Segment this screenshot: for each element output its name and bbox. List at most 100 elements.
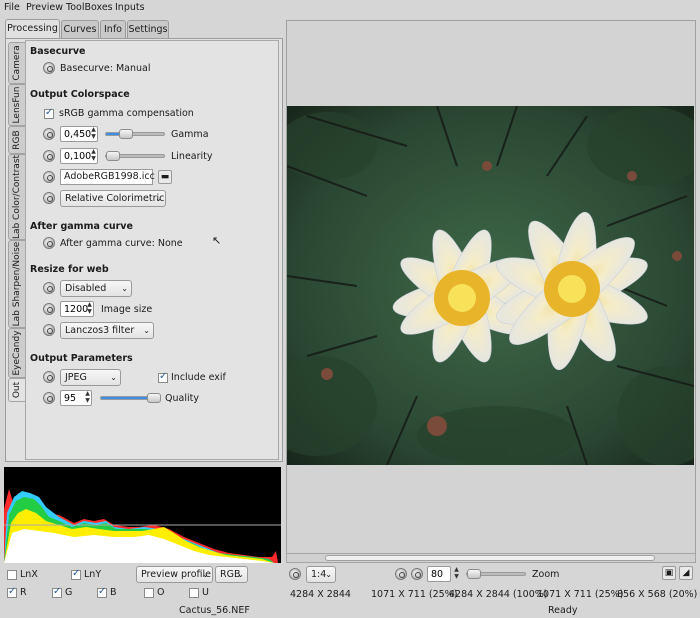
status-filename: Cactus_56.NEF: [179, 605, 250, 616]
linearity-label: Linearity: [171, 151, 213, 162]
lnx-label: LnX: [20, 569, 38, 580]
resize-mode-dropdown[interactable]: Disabled ⌄: [60, 280, 132, 297]
menu-toolboxes[interactable]: ToolBoxes: [66, 2, 113, 13]
include-exif-label: Include exif: [171, 372, 226, 383]
resize-filter-dropdown[interactable]: Lanczos3 filter ⌄: [60, 322, 154, 339]
chevron-down-icon: ⌄: [121, 284, 128, 293]
vtab-out[interactable]: Out: [8, 378, 25, 402]
lnx-checkbox[interactable]: [7, 570, 17, 580]
tab-info[interactable]: Info: [100, 20, 126, 38]
basecurve-heading: Basecurve: [30, 46, 86, 57]
preview-profile-dropdown[interactable]: Preview profile ⌄: [136, 566, 213, 583]
menubar: File Preview ToolBoxes Inputs: [0, 0, 700, 16]
vtab-lab-color[interactable]: Lab Color/Contrast: [8, 154, 25, 240]
vtab-eyecandy[interactable]: EyeCandy: [8, 328, 25, 378]
zoom-input[interactable]: [428, 567, 450, 581]
intent-reset-icon[interactable]: [43, 192, 55, 204]
zoom-slider[interactable]: [466, 569, 526, 579]
basecurve-reset-icon[interactable]: [43, 62, 55, 74]
o-checkbox[interactable]: [144, 588, 154, 598]
profile-file-field[interactable]: AdobeRGB1998.icc: [60, 169, 155, 185]
resize-heading: Resize for web: [30, 264, 109, 275]
image-size-reset-icon[interactable]: [43, 303, 55, 315]
zoom-stepper-icon[interactable]: ▲ ▼: [452, 566, 461, 582]
chevron-down-icon: ⌄: [325, 570, 332, 579]
u-label: U: [202, 587, 209, 598]
menu-preview[interactable]: Preview: [26, 2, 63, 13]
status-bar: Cactus_56.NEF Ready: [0, 604, 700, 618]
tab-curves[interactable]: Curves: [61, 20, 99, 38]
include-exif-checkbox[interactable]: [158, 371, 168, 383]
gamma-slider[interactable]: [105, 129, 165, 139]
after-gamma-label: After gamma curve: None: [60, 238, 183, 249]
color-space-dropdown[interactable]: RGB ⌄: [215, 566, 248, 583]
filter-reset-icon[interactable]: [43, 324, 55, 336]
image-size-scaled: 1071 X 711 (25%): [371, 589, 458, 600]
r-checkbox[interactable]: [7, 586, 17, 598]
image-size-original: 4284 X 2844: [290, 589, 351, 600]
b-checkbox[interactable]: [97, 586, 107, 598]
vtab-lensfun[interactable]: LensFun: [8, 84, 25, 126]
tab-processing[interactable]: Processing: [5, 19, 60, 39]
zoom-reset-icon[interactable]: [411, 568, 423, 580]
r-label: R: [20, 587, 27, 598]
srgb-gamma-checkbox[interactable]: [44, 107, 54, 119]
u-checkbox[interactable]: [189, 588, 199, 598]
preview-image[interactable]: [287, 106, 694, 465]
b-label: B: [110, 587, 117, 598]
image-size-output: 856 X 568 (20%): [617, 589, 698, 600]
g-checkbox[interactable]: [52, 586, 62, 598]
menu-file[interactable]: File: [4, 2, 20, 13]
quality-label: Quality: [165, 393, 199, 404]
gamma-slider-handle[interactable]: [119, 129, 134, 139]
chevron-down-icon: ⌄: [155, 194, 162, 203]
scrollbar-thumb[interactable]: [325, 555, 655, 561]
linearity-stepper-icon[interactable]: ▲ ▼: [89, 148, 98, 164]
format-reset-icon[interactable]: [43, 371, 55, 383]
intent-dropdown[interactable]: Relative Colorimetric ⌄: [60, 190, 166, 207]
menu-inputs[interactable]: Inputs: [115, 2, 145, 13]
linearity-reset-icon[interactable]: [43, 150, 55, 162]
zoom-label: Zoom: [532, 569, 560, 580]
cactus-flower-photo: [287, 106, 694, 465]
horizontal-scrollbar[interactable]: [286, 553, 696, 563]
vtab-lab-sharpen[interactable]: Lab Sharpen/Noise: [8, 240, 25, 328]
format-dropdown[interactable]: JPEG ⌄: [60, 369, 121, 386]
image-size-full: 4284 X 2844 (100%): [449, 589, 548, 600]
zoom-slider-handle[interactable]: [467, 569, 481, 579]
quality-reset-icon[interactable]: [43, 392, 55, 404]
folder-open-icon[interactable]: ▬: [158, 170, 172, 184]
quality-slider-handle[interactable]: [147, 393, 162, 403]
quality-slider[interactable]: [100, 393, 162, 403]
output-colorspace-heading: Output Colorspace: [30, 89, 130, 100]
resize-mode-reset-icon[interactable]: [43, 282, 55, 294]
gamma-stepper-icon[interactable]: ▲ ▼: [89, 126, 98, 142]
image-size-preview: 1071 X 711 (25%): [537, 589, 624, 600]
chevron-down-icon: ⌄: [110, 373, 117, 382]
zoom-spinbox[interactable]: [427, 566, 451, 582]
lny-checkbox[interactable]: [71, 568, 81, 580]
quality-stepper-icon[interactable]: ▲ ▼: [83, 390, 92, 406]
chevron-down-icon: ⌄: [202, 570, 209, 579]
image-size-label: Image size: [101, 304, 153, 315]
linearity-slider[interactable]: [105, 151, 165, 161]
gamma-reset-icon[interactable]: [43, 128, 55, 140]
srgb-gamma-label: sRGB gamma compensation: [59, 108, 194, 119]
linearity-slider-handle[interactable]: [106, 151, 120, 161]
status-state: Ready: [548, 605, 578, 616]
vtab-rgb[interactable]: RGB: [8, 126, 25, 154]
image-size-stepper-icon[interactable]: ▲ ▼: [85, 301, 94, 317]
export-icon[interactable]: ◢: [679, 566, 693, 580]
tab-settings[interactable]: Settings: [127, 20, 169, 38]
vtab-camera[interactable]: Camera: [8, 42, 25, 84]
lny-label: LnY: [84, 569, 102, 580]
profile-reset-icon[interactable]: [43, 171, 55, 183]
basecurve-label: Basecurve: Manual: [60, 63, 151, 74]
save-icon[interactable]: ▣: [662, 566, 676, 580]
g-label: G: [65, 587, 73, 598]
after-gamma-reset-icon[interactable]: [43, 237, 55, 249]
zoom-ratio-dropdown[interactable]: 1:4 ⌄: [306, 566, 336, 583]
zoom-fit-icon[interactable]: [395, 568, 407, 580]
viewer-reset-icon[interactable]: [289, 568, 301, 580]
output-params-heading: Output Parameters: [30, 353, 133, 364]
